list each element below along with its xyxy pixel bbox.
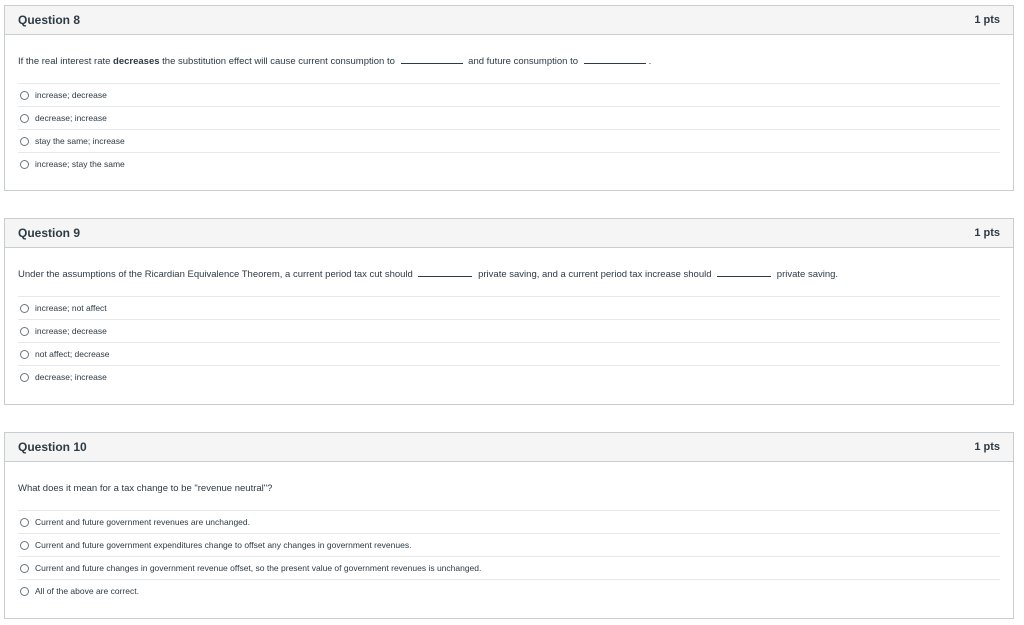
radio-button[interactable]: [20, 326, 29, 336]
question-points: 1 pts: [974, 14, 1000, 26]
answer-label: Current and future changes in government…: [35, 563, 482, 573]
answer-option[interactable]: not affect; decrease: [18, 342, 1000, 365]
answer-option[interactable]: increase; not affect: [18, 296, 1000, 319]
radio-button[interactable]: [20, 349, 29, 359]
question-header: Question 10 1 pts: [5, 433, 1013, 462]
question-8: Question 8 1 pts If the real interest ra…: [4, 5, 1014, 191]
question-text: If the real interest rate decreases the …: [18, 55, 652, 67]
answer-label: decrease; increase: [35, 113, 107, 123]
answer-list: increase; decrease decrease; increase st…: [18, 83, 1000, 175]
answer-list: increase; not affect increase; decrease …: [18, 296, 1000, 388]
answer-label: increase; decrease: [35, 326, 107, 336]
answer-label: increase; stay the same: [35, 159, 125, 169]
radio-button[interactable]: [20, 517, 29, 527]
question-title: Question 9: [18, 226, 81, 240]
radio-button[interactable]: [20, 159, 29, 169]
answer-option[interactable]: All of the above are correct.: [18, 579, 1000, 602]
answer-label: not affect; decrease: [35, 349, 110, 359]
answer-label: Current and future government expenditur…: [35, 540, 412, 550]
question-text: What does it mean for a tax change to be…: [18, 483, 273, 494]
question-10: Question 10 1 pts What does it mean for …: [4, 432, 1014, 619]
answer-option[interactable]: Current and future government revenues a…: [18, 510, 1000, 533]
radio-button[interactable]: [20, 372, 29, 382]
radio-button[interactable]: [20, 90, 29, 100]
answer-option[interactable]: stay the same; increase: [18, 129, 1000, 152]
question-title: Question 10: [18, 440, 87, 454]
answer-label: stay the same; increase: [35, 136, 125, 146]
question-points: 1 pts: [974, 227, 1000, 239]
quiz-page: Question 8 1 pts If the real interest ra…: [0, 0, 1024, 625]
question-header: Question 8 1 pts: [5, 6, 1013, 35]
answer-label: All of the above are correct.: [35, 586, 139, 596]
radio-button[interactable]: [20, 563, 29, 573]
answer-blank: [717, 268, 772, 277]
question-text: Under the assumptions of the Ricardian E…: [18, 268, 839, 280]
radio-button[interactable]: [20, 540, 29, 550]
radio-button[interactable]: [20, 113, 29, 123]
answer-blank: [583, 55, 646, 64]
radio-button[interactable]: [20, 586, 29, 596]
answer-option[interactable]: decrease; increase: [18, 106, 1000, 129]
answer-option[interactable]: increase; decrease: [18, 83, 1000, 106]
answer-label: increase; decrease: [35, 90, 107, 100]
question-header: Question 9 1 pts: [5, 219, 1013, 248]
answer-option[interactable]: Current and future changes in government…: [18, 556, 1000, 579]
answer-label: decrease; increase: [35, 372, 107, 382]
answer-blank: [400, 55, 463, 64]
answer-list: Current and future government revenues a…: [18, 510, 1000, 602]
answer-blank: [418, 268, 473, 277]
question-points: 1 pts: [974, 441, 1000, 453]
radio-button[interactable]: [20, 303, 29, 313]
answer-option[interactable]: decrease; increase: [18, 365, 1000, 388]
answer-label: Current and future government revenues a…: [35, 517, 250, 527]
radio-button[interactable]: [20, 136, 29, 146]
answer-option[interactable]: increase; stay the same: [18, 152, 1000, 175]
answer-label: increase; not affect: [35, 303, 107, 313]
answer-option[interactable]: increase; decrease: [18, 319, 1000, 342]
question-title: Question 8: [18, 13, 81, 27]
answer-option[interactable]: Current and future government expenditur…: [18, 533, 1000, 556]
question-9: Question 9 1 pts Under the assumptions o…: [4, 218, 1014, 405]
